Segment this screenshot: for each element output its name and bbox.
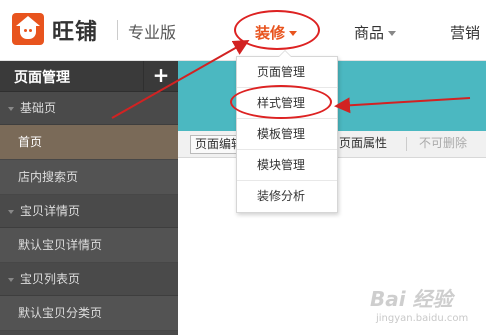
baidu-jingyan-watermark: Bai 经验 jingyan.baidu.com (370, 283, 482, 331)
watermark-url: jingyan.baidu.com (376, 313, 469, 324)
annotation-arrow-to-style (334, 97, 471, 114)
annotation-arrow-to-nav (111, 40, 250, 119)
watermark-logo-text: Bai 经验 (370, 287, 453, 311)
